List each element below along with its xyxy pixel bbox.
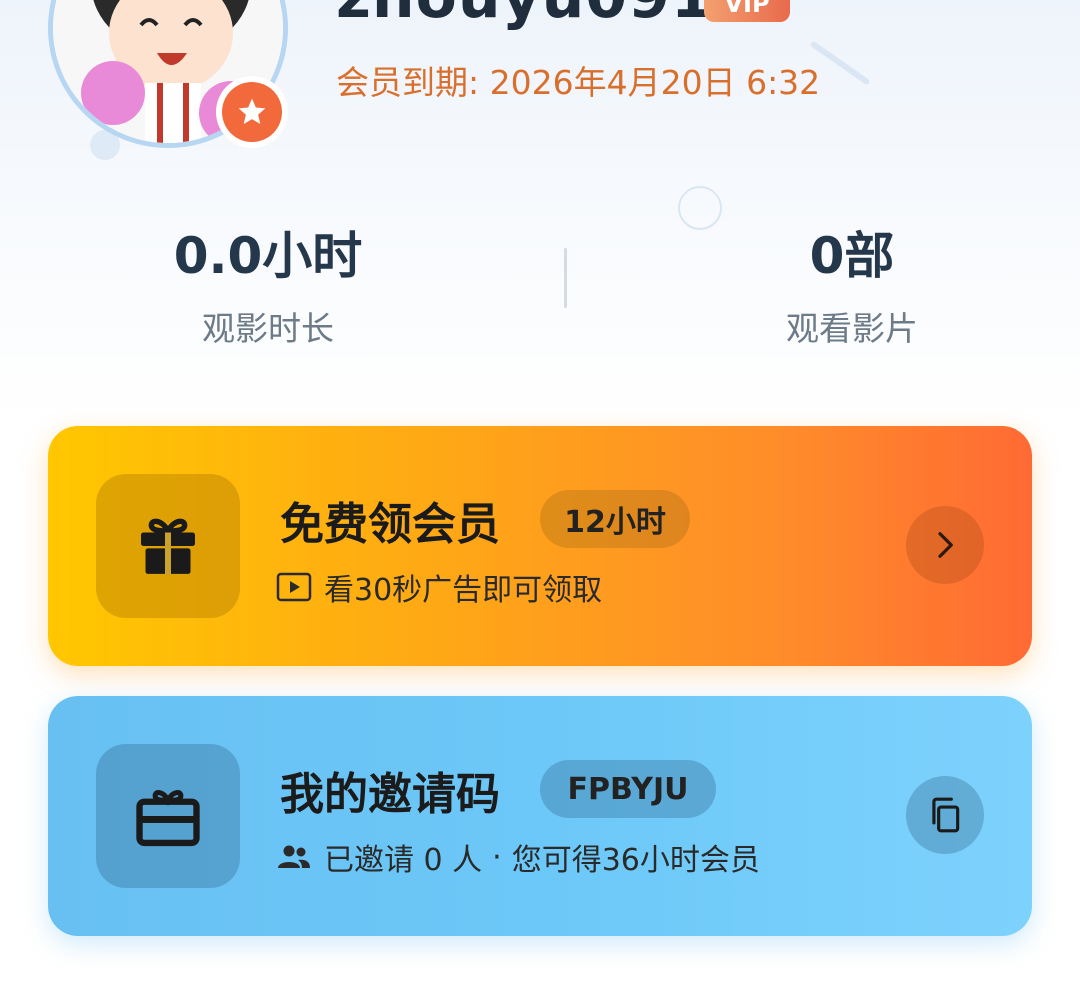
gift-icon-box <box>96 474 240 618</box>
chevron-right-icon <box>938 532 953 558</box>
free-membership-card[interactable]: 免费领会员 12小时 看30秒广告即可领取 <box>48 426 1032 666</box>
stat-value: 0部 <box>809 227 895 285</box>
free-membership-subtitle: 看30秒广告即可领取 <box>276 564 602 610</box>
invite-status: 已邀请 0 人 · 您可得36小时会员 <box>276 834 760 880</box>
play-icon <box>276 572 312 602</box>
free-membership-subtitle-text: 看30秒广告即可领取 <box>324 573 603 608</box>
invited-count-text: 已邀请 0 人 <box>324 843 483 878</box>
invite-code-value[interactable]: FPBYJU <box>540 760 716 818</box>
claim-button[interactable] <box>906 506 984 584</box>
username: zhouyu0911 <box>336 0 756 32</box>
vip-badge: VIP <box>704 0 790 22</box>
invite-reward-text: 您可得36小时会员 <box>511 843 760 878</box>
stat-divider <box>564 248 567 308</box>
people-icon <box>276 842 312 872</box>
gift-card-icon-box <box>96 744 240 888</box>
free-membership-title: 免费领会员 <box>280 499 500 550</box>
invite-code-title: 我的邀请码 <box>280 769 500 820</box>
free-hours-badge: 12小时 <box>540 490 690 548</box>
copy-icon <box>932 797 960 833</box>
copy-code-button[interactable] <box>906 776 984 854</box>
separator-dot: · <box>492 839 502 875</box>
gift-card-icon <box>136 790 200 847</box>
star-icon <box>238 98 266 124</box>
level-badge <box>216 76 288 148</box>
gift-icon <box>141 518 195 575</box>
membership-expiry: 会员到期: 2026年4月20日 6:32 <box>336 63 821 102</box>
stat-label: 观看影片 <box>786 309 918 348</box>
stat-value: 0.0小时 <box>173 227 363 285</box>
invite-code-card[interactable]: 我的邀请码 FPBYJU 已邀请 0 人 · 您可得36小时会员 <box>48 696 1032 936</box>
stat-label: 观影时长 <box>202 309 334 348</box>
